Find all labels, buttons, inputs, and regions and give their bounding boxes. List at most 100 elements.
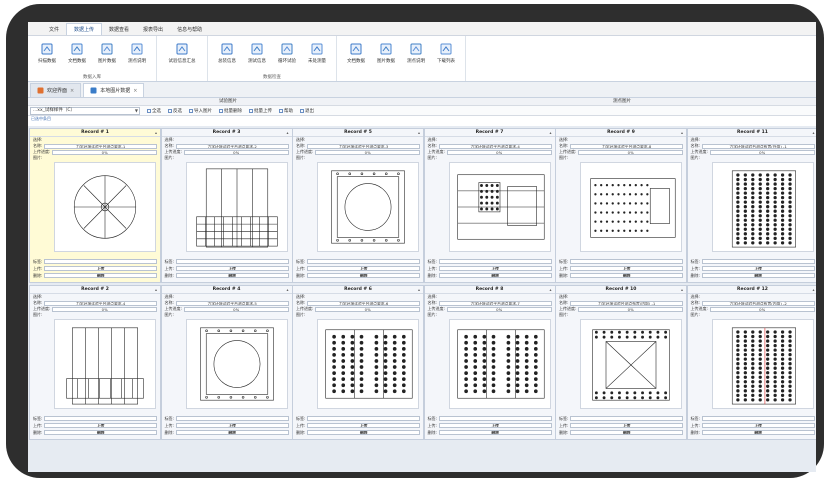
delete-button[interactable]: 删除	[307, 273, 420, 278]
collapse-icon[interactable]: ▴	[549, 286, 551, 294]
collapse-icon[interactable]: ▴	[549, 129, 551, 137]
mark-field[interactable]	[307, 259, 420, 264]
toolbar-button[interactable]: 帮助	[279, 108, 293, 114]
record-card[interactable]: Record # 3 ▴ 选择: 名称: 力学环境试验平台测点要求-2 上传进度: 0% 图片…	[160, 128, 293, 283]
delete-button[interactable]: 删除	[570, 430, 683, 435]
close-icon[interactable]: ×	[70, 88, 74, 94]
upload-button[interactable]: 上传	[701, 266, 815, 271]
upload-button[interactable]: 上传	[438, 266, 552, 271]
name-field[interactable]: 力学环境试验平台测点要求-6	[307, 300, 420, 306]
name-field[interactable]: 力学环境试验台测点布置(内部) -1	[570, 300, 683, 306]
mark-field[interactable]	[570, 416, 683, 421]
record-image[interactable]	[580, 319, 682, 409]
record-card[interactable]: Record # 11 ▴ 选择: 名称: 力学环境试验台测点布置(外部) -1 上传进度…	[686, 128, 816, 283]
upload-button[interactable]: 上传	[438, 423, 552, 428]
ribbon-button[interactable]: 下载列表	[431, 39, 461, 81]
upload-button[interactable]: 上传	[570, 423, 683, 428]
toolbar-button[interactable]: 反选	[168, 108, 182, 114]
name-field[interactable]: 力学环境试验平台测点要求-4	[438, 143, 552, 149]
name-field[interactable]: 力学环境试验平台测点要求-8	[570, 143, 683, 149]
name-field[interactable]: 力学环境试验平台测点要求-2	[175, 143, 289, 149]
mark-field[interactable]	[44, 416, 157, 421]
upload-button[interactable]: 上传	[570, 266, 683, 271]
record-image[interactable]	[448, 162, 551, 252]
mark-field[interactable]	[701, 416, 815, 421]
record-card[interactable]: Record # 8 ▴ 选择: 名称: 力学环境试验平台测点要求-7 上传进度: 0% 图片…	[423, 285, 556, 440]
record-card[interactable]: Record # 6 ▴ 选择: 名称: 力学环境试验平台测点要求-6 上传进度: 0% 图片…	[292, 285, 424, 440]
record-card[interactable]: Record # 5 ▴ 选择: 名称: 力学环境试验平台测点要求-3 上传进度: 0% 图片…	[292, 128, 424, 283]
collapse-icon[interactable]: ▴	[812, 286, 814, 294]
name-field[interactable]: 力学环境试验台测点布置(内部) -2	[701, 300, 815, 306]
delete-button[interactable]: 删除	[175, 430, 289, 435]
collapse-icon[interactable]: ▴	[681, 129, 683, 137]
record-image[interactable]	[54, 162, 156, 252]
ribbon-button[interactable]: 测点说明	[401, 39, 431, 81]
record-image[interactable]	[317, 319, 419, 409]
upload-button[interactable]: 上传	[175, 423, 289, 428]
mark-field[interactable]	[175, 259, 289, 264]
menu-tab[interactable]: 数据上传	[66, 23, 103, 35]
collapse-icon[interactable]: ▴	[155, 286, 157, 294]
name-field[interactable]: 力学环境试验平台测点要求-3	[307, 143, 420, 149]
upload-button[interactable]: 上传	[701, 423, 815, 428]
collapse-icon[interactable]: ▴	[286, 129, 288, 137]
delete-button[interactable]: 删除	[438, 273, 552, 278]
record-card[interactable]: Record # 2 ▴ 选择: 名称: 力学环境试验平台测点要求-4 上传进度: 0% 图片…	[29, 285, 161, 440]
collapse-icon[interactable]: ▴	[286, 286, 288, 294]
upload-button[interactable]: 上传	[307, 423, 420, 428]
record-image[interactable]	[185, 162, 288, 252]
name-field[interactable]: 力学环境试验台测点布置(外部) -1	[701, 143, 815, 149]
upload-button[interactable]: 上传	[175, 266, 289, 271]
mark-field[interactable]	[438, 416, 552, 421]
close-icon[interactable]: ×	[133, 88, 137, 94]
record-image[interactable]	[580, 162, 682, 252]
collapse-icon[interactable]: ▴	[418, 286, 420, 294]
ribbon-button[interactable]: 试验信息汇总	[161, 39, 203, 81]
toolbar-button[interactable]: 导入图片	[189, 108, 212, 114]
name-field[interactable]: 力学环境试验平台测点要求-1	[44, 143, 157, 149]
record-image[interactable]	[711, 162, 814, 252]
delete-button[interactable]: 删除	[175, 273, 289, 278]
chevron-down-icon[interactable]: ▼	[135, 108, 138, 114]
document-tab[interactable]: 本地图片数据 ×	[83, 83, 145, 97]
ribbon-button[interactable]: 文档数据	[341, 39, 371, 81]
mark-field[interactable]	[175, 416, 289, 421]
sample-combo[interactable]: ...xx_试样样件（C） ▼	[30, 106, 140, 115]
record-card[interactable]: Record # 1 ▴ 选择: 名称: 力学环境试验平台测点要求-1 上传进度: 0% 图片…	[29, 128, 161, 283]
name-field[interactable]: 力学环境试验平台测点要求-5	[175, 300, 289, 306]
document-tab[interactable]: 欢迎界面 ×	[30, 83, 82, 97]
menu-tab[interactable]: 数据查看	[102, 24, 136, 35]
upload-button[interactable]: 上传	[44, 266, 157, 271]
mark-field[interactable]	[701, 259, 815, 264]
record-image[interactable]	[54, 319, 156, 409]
record-card[interactable]: Record # 9 ▴ 选择: 名称: 力学环境试验平台测点要求-8 上传进度: 0% 图片…	[555, 128, 687, 283]
mark-field[interactable]	[307, 416, 420, 421]
ribbon-button[interactable]: 图片数据	[371, 39, 401, 81]
record-card[interactable]: Record # 10 ▴ 选择: 名称: 力学环境试验台测点布置(内部) -1 上传进度…	[555, 285, 687, 440]
mark-field[interactable]	[438, 259, 552, 264]
toolbar-button[interactable]: 批量删除	[219, 108, 242, 114]
delete-button[interactable]: 删除	[438, 430, 552, 435]
delete-button[interactable]: 删除	[44, 430, 157, 435]
menu-tab[interactable]: 报表导出	[136, 24, 170, 35]
record-card[interactable]: Record # 7 ▴ 选择: 名称: 力学环境试验平台测点要求-4 上传进度: 0% 图片…	[423, 128, 556, 283]
record-image[interactable]	[711, 319, 814, 409]
toolbar-button[interactable]: 批量上传	[249, 108, 272, 114]
record-image[interactable]	[448, 319, 551, 409]
toolbar-button[interactable]: 退出	[300, 108, 314, 114]
collapse-icon[interactable]: ▴	[812, 129, 814, 137]
upload-button[interactable]: 上传	[307, 266, 420, 271]
mark-field[interactable]	[570, 259, 683, 264]
delete-button[interactable]: 删除	[307, 430, 420, 435]
collapse-icon[interactable]: ▴	[681, 286, 683, 294]
collapse-icon[interactable]: ▴	[155, 129, 157, 137]
record-card[interactable]: Record # 12 ▴ 选择: 名称: 力学环境试验台测点布置(内部) -2 上传进度…	[686, 285, 816, 440]
collapse-icon[interactable]: ▴	[418, 129, 420, 137]
mark-field[interactable]	[44, 259, 157, 264]
delete-button[interactable]: 删除	[701, 430, 815, 435]
delete-button[interactable]: 删除	[570, 273, 683, 278]
record-image[interactable]	[317, 162, 419, 252]
record-image[interactable]	[185, 319, 288, 409]
toolbar-button[interactable]: 全选	[147, 108, 161, 114]
delete-button[interactable]: 删除	[44, 273, 157, 278]
